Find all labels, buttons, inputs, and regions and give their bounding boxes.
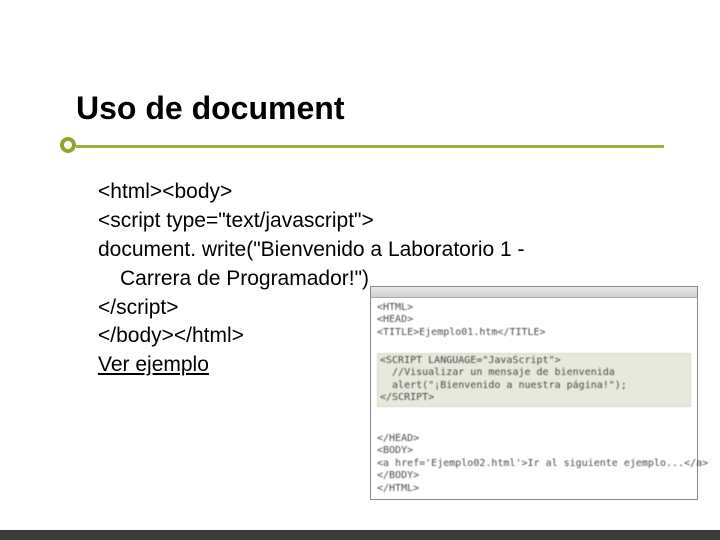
bullet-icon: [60, 137, 76, 153]
code-line: <html><body>: [98, 179, 680, 206]
example-link[interactable]: Ver ejemplo: [98, 353, 209, 376]
slide: Uso de document <html><body> <script typ…: [0, 0, 720, 540]
title-area: Uso de document: [0, 0, 720, 157]
footer-bar: [0, 530, 720, 540]
code-screenshot: <HTML> <HEAD> <TITLE>Ejemplo01.htm</TITL…: [370, 286, 698, 501]
code-line: document. write("Bienvenido a Laboratori…: [98, 237, 680, 264]
title-rule: [76, 135, 660, 157]
horizontal-rule: [76, 145, 664, 148]
snippet-body: <HTML> <HEAD> <TITLE>Ejemplo01.htm</TITL…: [371, 298, 697, 500]
window-header: [371, 287, 697, 298]
slide-title: Uso de document: [76, 90, 660, 127]
code-line: <script type="text/javascript">: [98, 208, 680, 235]
